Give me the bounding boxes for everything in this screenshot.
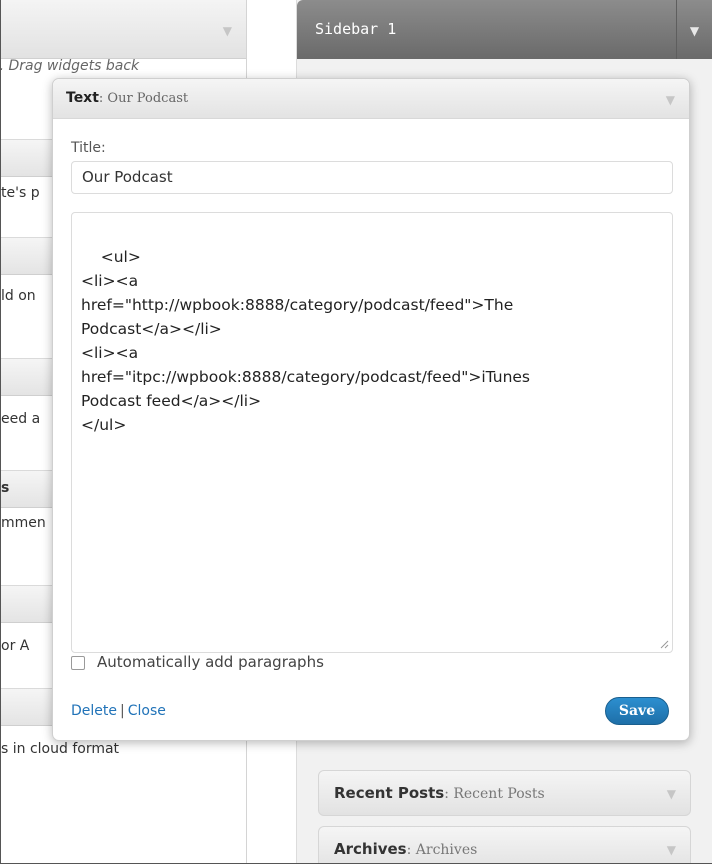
title-input[interactable]: Our Podcast xyxy=(71,161,673,194)
widget-subtitle: : Recent Posts xyxy=(444,786,545,802)
available-widget-title: s xyxy=(1,480,10,496)
widget-subtitle: : Archives xyxy=(406,842,478,858)
available-widget-description: s in cloud format xyxy=(1,741,120,757)
widget-collapse-arrow-icon[interactable]: ▼ xyxy=(666,93,675,107)
text-widget-editor: Text: Our Podcast ▼ Title: Our Podcast <… xyxy=(52,78,690,741)
close-link[interactable]: Close xyxy=(128,703,166,719)
widget-expand-arrow-icon[interactable]: ▼ xyxy=(667,787,676,801)
available-widget-description: or A xyxy=(1,638,30,654)
collapse-arrow-icon[interactable]: ▼ xyxy=(223,24,232,38)
delete-link[interactable]: Delete xyxy=(71,703,117,719)
available-widget-description: mmen xyxy=(1,515,46,531)
available-widget-description: ld on xyxy=(1,288,36,304)
text-widget-title: Text: Our Podcast xyxy=(66,90,189,106)
text-widget-header[interactable]: Text: Our Podcast ▼ xyxy=(53,79,689,119)
save-button[interactable]: Save xyxy=(605,697,669,725)
widget-title: Archives: Archives xyxy=(334,840,478,858)
title-label: Title: xyxy=(71,140,106,156)
available-widgets-description: a. Drag widgets back xyxy=(1,58,140,74)
widget-content-text: <ul> <li><a href="http://wpbook:8888/cat… xyxy=(81,248,531,434)
available-widget-description: eed a xyxy=(1,411,41,427)
widget-title: Recent Posts: Recent Posts xyxy=(334,784,545,802)
auto-paragraphs-checkbox[interactable] xyxy=(71,656,85,670)
auto-paragraphs-label[interactable]: Automatically add paragraphs xyxy=(97,653,324,671)
widget-expand-arrow-icon[interactable]: ▼ xyxy=(667,843,676,857)
resize-grip-icon[interactable] xyxy=(659,639,669,649)
widget-actions: Delete | Close xyxy=(71,703,166,719)
text-widget-subtitle: : Our Podcast xyxy=(98,91,189,106)
widget-content-textarea[interactable]: <ul> <li><a href="http://wpbook:8888/cat… xyxy=(71,212,673,653)
sidebar-header[interactable]: Sidebar 1 ▼ xyxy=(297,0,712,59)
sidebar-toggle-arrow-icon[interactable]: ▼ xyxy=(676,0,712,59)
sidebar-widget-archives[interactable]: Archives: Archives ▼ xyxy=(318,826,691,864)
sidebar-title: Sidebar 1 xyxy=(315,20,397,38)
available-widgets-header[interactable]: ▼ xyxy=(1,0,246,59)
actions-separator: | xyxy=(120,703,125,719)
available-widget-description: te's p xyxy=(1,185,40,201)
sidebar-widget-recent-posts[interactable]: Recent Posts: Recent Posts ▼ xyxy=(318,770,691,816)
